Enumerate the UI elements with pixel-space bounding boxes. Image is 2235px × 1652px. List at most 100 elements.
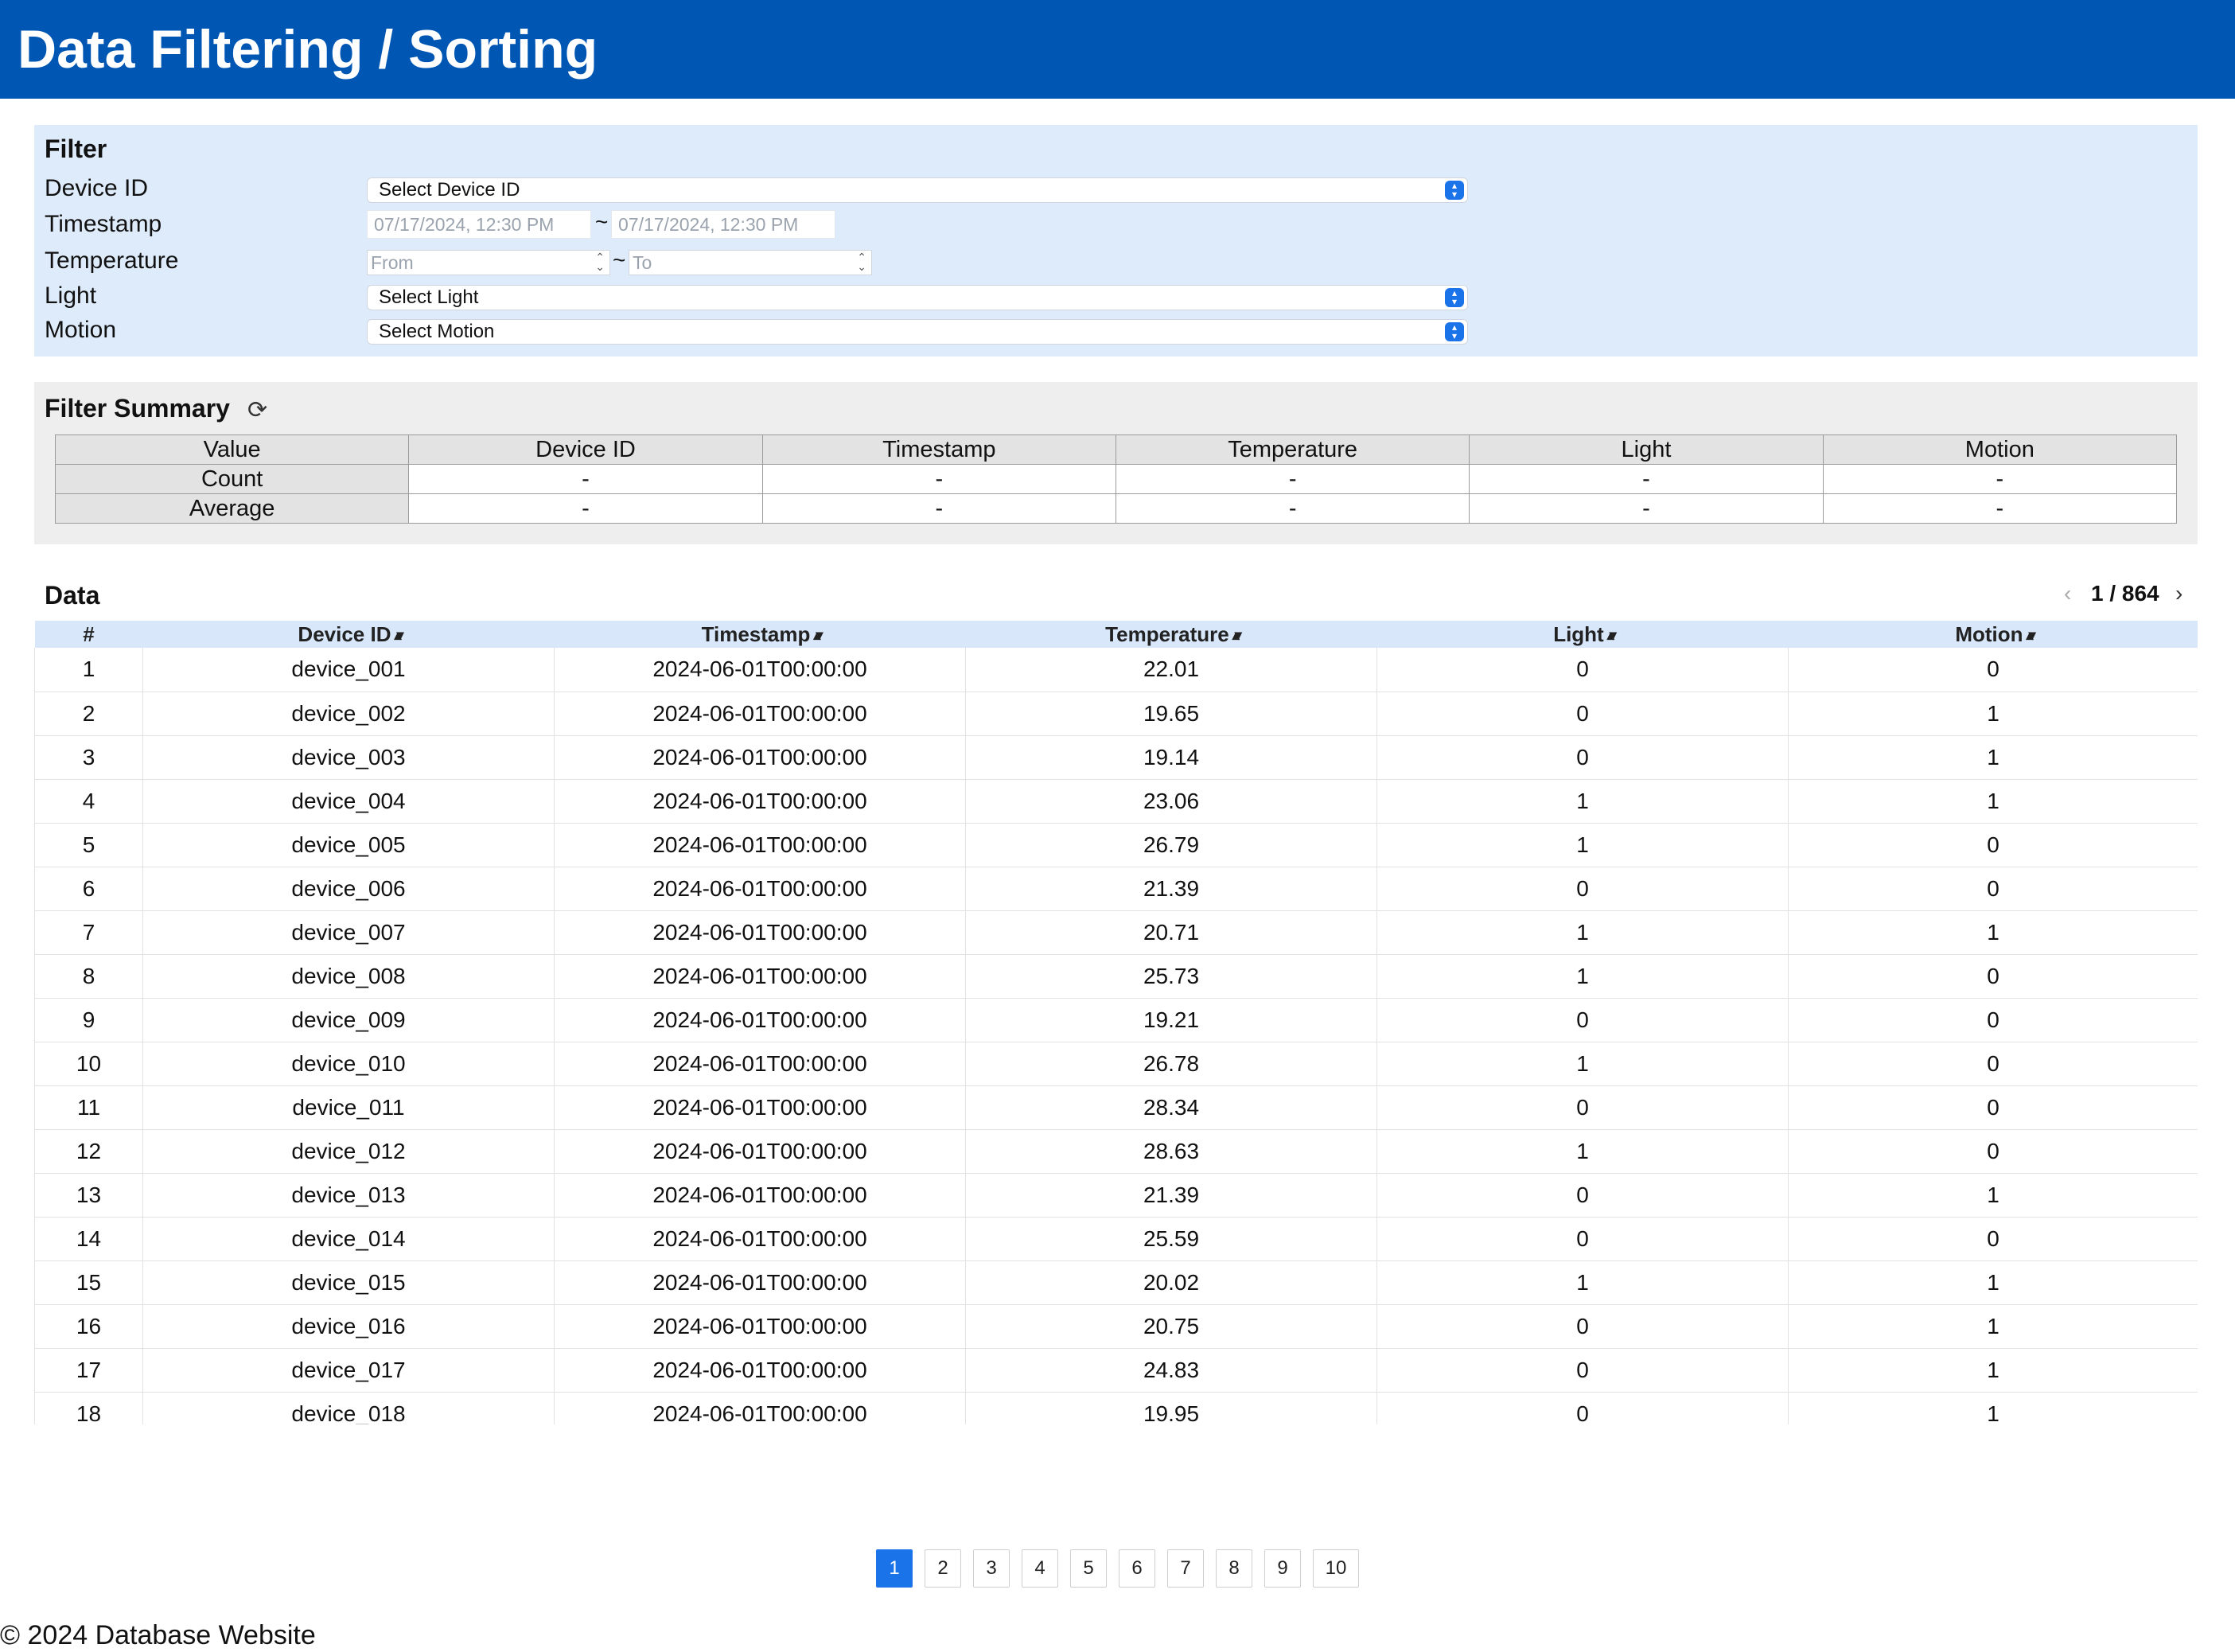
device-id-cell: device_005 [142, 823, 555, 867]
temperature-to-input[interactable]: To ⌃ ⌄ [629, 250, 872, 275]
refresh-icon[interactable]: ⟳ [247, 396, 267, 424]
page-button-2[interactable]: 2 [925, 1549, 961, 1588]
light-cell: 0 [1376, 867, 1789, 911]
temperature-from-placeholder: From [371, 252, 414, 273]
temperature-cell: 22.01 [965, 648, 1377, 692]
page-button-1[interactable]: 1 [876, 1549, 913, 1588]
sort-icon[interactable]: ▴▾ [395, 627, 404, 643]
timestamp-cell: 2024-06-01T00:00:00 [554, 692, 966, 736]
timestamp-cell: 2024-06-01T00:00:00 [554, 1042, 966, 1086]
column-header-device-id[interactable]: Device ID ▴▾ [142, 621, 555, 648]
timestamp-from-input[interactable]: 07/17/2024, 12:30 PM [367, 210, 591, 239]
device-id-cell: device_013 [142, 1173, 555, 1218]
temperature-cell: 26.78 [965, 1042, 1377, 1086]
motion-cell: 1 [1788, 1304, 2198, 1349]
light-select[interactable]: Select Light ▴ ▾ [367, 285, 1468, 310]
summary-header: Device ID [408, 434, 763, 465]
light-cell: 0 [1376, 998, 1789, 1042]
sort-icon[interactable]: ▴▾ [1232, 627, 1242, 643]
chevron-left-icon[interactable]: ‹ [2064, 581, 2080, 606]
page-button-10[interactable]: 10 [1313, 1549, 1359, 1588]
sort-icon[interactable]: ▴▾ [1607, 627, 1617, 643]
device-id-cell: device_012 [142, 1129, 555, 1174]
device-id-cell: device_014 [142, 1217, 555, 1261]
page-button-9[interactable]: 9 [1264, 1549, 1301, 1588]
row-index: 12 [34, 1129, 143, 1174]
column-header-index: # [34, 621, 143, 648]
summary-header: Light [1469, 434, 1824, 465]
device-id-cell: device_002 [142, 692, 555, 736]
stepper-icon[interactable]: ⌃ ⌄ [595, 251, 605, 272]
timestamp-to-input[interactable]: 07/17/2024, 12:30 PM [611, 210, 835, 239]
motion-label: Motion [45, 317, 117, 343]
chevron-updown-icon: ▴ ▾ [1445, 322, 1464, 341]
device-id-cell: device_008 [142, 954, 555, 999]
page-button-4[interactable]: 4 [1022, 1549, 1058, 1588]
light-cell: 0 [1376, 735, 1789, 780]
summary-cell: - [408, 464, 763, 494]
sort-icon[interactable]: ▴▾ [813, 627, 823, 643]
device-id-select[interactable]: Select Device ID ▴ ▾ [367, 177, 1468, 203]
page-button-6[interactable]: 6 [1119, 1549, 1155, 1588]
device-id-cell: device_009 [142, 998, 555, 1042]
stepper-icon[interactable]: ⌃ ⌄ [857, 251, 866, 272]
table-row: 3 device_003 2024-06-01T00:00:00 19.14 0 1 [34, 735, 2198, 780]
temperature-cell: 19.65 [965, 692, 1377, 736]
temperature-range-separator: ~ [613, 247, 626, 272]
device-id-cell: device_007 [142, 910, 555, 955]
column-header-motion[interactable]: Motion ▴▾ [1788, 621, 2198, 648]
motion-cell: 0 [1788, 1217, 2198, 1261]
device-id-cell: device_018 [142, 1392, 555, 1424]
light-cell: 1 [1376, 910, 1789, 955]
light-cell: 1 [1376, 954, 1789, 999]
sort-icon[interactable]: ▴▾ [2027, 627, 2036, 643]
temperature-cell: 21.39 [965, 1173, 1377, 1218]
motion-cell: 0 [1788, 1042, 2198, 1086]
row-index: 15 [34, 1260, 143, 1305]
table-row: 6 device_006 2024-06-01T00:00:00 21.39 0 0 [34, 867, 2198, 911]
device-id-cell: device_006 [142, 867, 555, 911]
table-row: 16 device_016 2024-06-01T00:00:00 20.75 0 1 [34, 1304, 2198, 1349]
motion-select[interactable]: Select Motion ▴ ▾ [367, 319, 1468, 345]
timestamp-cell: 2024-06-01T00:00:00 [554, 1085, 966, 1130]
temperature-cell: 19.14 [965, 735, 1377, 780]
light-cell: 0 [1376, 648, 1789, 692]
timestamp-label: Timestamp [45, 211, 162, 237]
table-row: 13 device_013 2024-06-01T00:00:00 21.39 0 1 [34, 1173, 2198, 1218]
motion-cell: 0 [1788, 998, 2198, 1042]
summary-cell: - [1115, 464, 1470, 494]
page-button-3[interactable]: 3 [973, 1549, 1010, 1588]
column-header-temperature[interactable]: Temperature ▴▾ [965, 621, 1377, 648]
data-table-container[interactable]: # Device ID ▴▾ Timestamp ▴▾ Temperature ▴▾ … [34, 621, 2198, 1424]
motion-cell: 1 [1788, 910, 2198, 955]
page-button-5[interactable]: 5 [1070, 1549, 1107, 1588]
column-header-timestamp[interactable]: Timestamp ▴▾ [554, 621, 966, 648]
table-row: 5 device_005 2024-06-01T00:00:00 26.79 1 0 [34, 823, 2198, 867]
row-index: 3 [34, 735, 143, 780]
device-id-select-value: Select Device ID [379, 179, 520, 201]
device-id-cell: device_003 [142, 735, 555, 780]
timestamp-cell: 2024-06-01T00:00:00 [554, 1173, 966, 1218]
timestamp-cell: 2024-06-01T00:00:00 [554, 1129, 966, 1174]
timestamp-cell: 2024-06-01T00:00:00 [554, 1260, 966, 1305]
summary-row-label: Average [54, 493, 410, 524]
table-row: 18 device_018 2024-06-01T00:00:00 19.95 0 1 [34, 1392, 2198, 1424]
page-title: Data Filtering / Sorting [18, 19, 598, 80]
motion-cell: 1 [1788, 692, 2198, 736]
temperature-cell: 28.34 [965, 1085, 1377, 1130]
summary-cell: - [408, 493, 763, 524]
device-id-cell: device_015 [142, 1260, 555, 1305]
page-button-7[interactable]: 7 [1167, 1549, 1204, 1588]
device-id-cell: device_001 [142, 648, 555, 692]
light-cell: 1 [1376, 1260, 1789, 1305]
column-header-light[interactable]: Light ▴▾ [1376, 621, 1789, 648]
row-index: 10 [34, 1042, 143, 1086]
chevron-right-icon[interactable]: › [2175, 581, 2191, 606]
page-button-8[interactable]: 8 [1216, 1549, 1252, 1588]
table-row: 14 device_014 2024-06-01T00:00:00 25.59 0 0 [34, 1217, 2198, 1261]
light-cell: 1 [1376, 1129, 1789, 1174]
row-index: 1 [34, 648, 143, 692]
temperature-cell: 20.75 [965, 1304, 1377, 1349]
temperature-from-input[interactable]: From ⌃ ⌄ [367, 250, 610, 275]
temperature-cell: 19.21 [965, 998, 1377, 1042]
